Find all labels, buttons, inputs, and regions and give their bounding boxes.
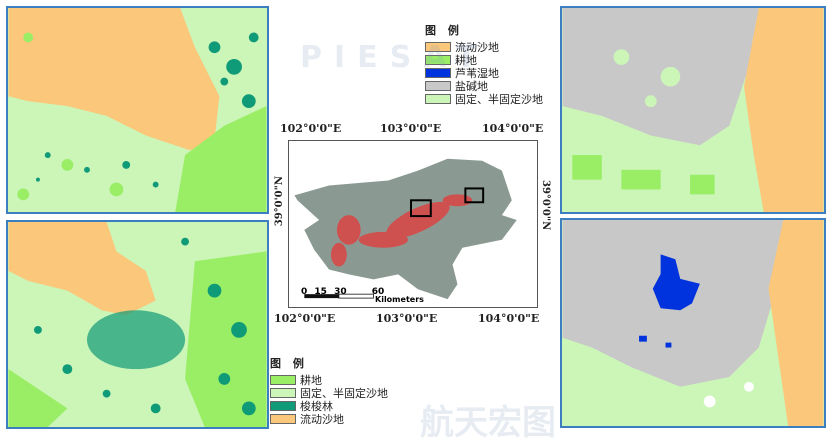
bottom-tick-3: 104°0'0"E [478, 312, 540, 325]
left-tick: 39°0'0"N [274, 176, 285, 227]
legend-top-right: 图 例 流动沙地 耕地 芦苇湿地 盐碱地 固定、半固定沙地 [425, 22, 543, 106]
watermark: 航天宏图 [420, 403, 556, 443]
legend-title: 图 例 [425, 24, 463, 37]
legend-bottom-left: 图 例 耕地 固定、半固定沙地 梭梭林 流动沙地 [270, 355, 388, 426]
legend-label: 固定、半固定沙地 [455, 92, 543, 106]
scale-unit: Kilometers [375, 295, 424, 304]
overview-map: 0 15 30 60 Kilometers [288, 140, 538, 308]
bottom-tick-2: 103°0'0"E [376, 312, 438, 325]
scale-label: 0 [301, 287, 308, 297]
bottom-tick-1: 102°0'0"E [274, 312, 336, 325]
detail-map-bottom-left [6, 220, 269, 429]
detail-map-top-right [560, 6, 826, 214]
legend-label: 流动沙地 [300, 412, 344, 426]
legend-item: 流动沙地 [270, 412, 388, 426]
legend-title: 图 例 [270, 357, 308, 370]
legend-item: 固定、半固定沙地 [425, 92, 543, 106]
scale-label: 30 [334, 287, 347, 297]
top-tick-3: 104°0'0"E [482, 122, 544, 135]
right-tick: 39°0'0"N [540, 180, 551, 231]
scale-labels: 0 15 30 60 [301, 287, 384, 297]
top-tick-1: 102°0'0"E [280, 122, 342, 135]
top-tick-2: 103°0'0"E [380, 122, 442, 135]
detail-map-top-left [6, 6, 269, 214]
scale-label: 15 [314, 287, 327, 297]
legend-item: 流动沙地 [425, 40, 543, 54]
detail-map-bottom-right [560, 218, 826, 428]
